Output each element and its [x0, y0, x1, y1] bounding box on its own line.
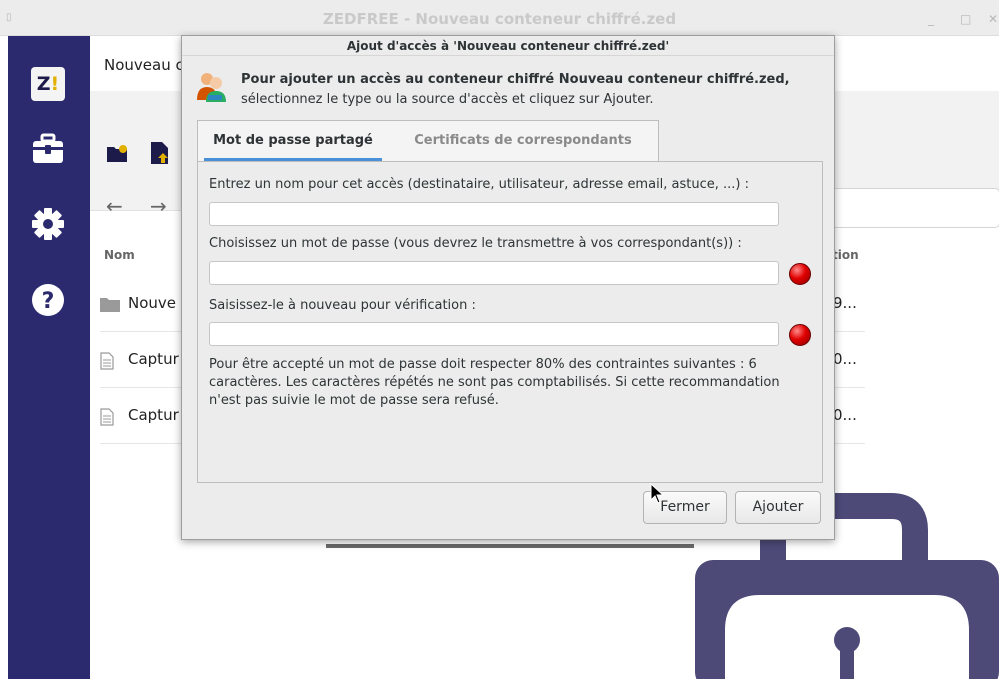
confirm-password-label: Saisissez-le à nouveau pour vérification…: [209, 298, 476, 313]
forward-button[interactable]: →: [150, 194, 167, 218]
access-name-label: Entrez un nom pour cet accès (destinatai…: [209, 177, 750, 192]
close-window-button[interactable]: ✕: [988, 12, 998, 26]
file-date: 9...: [833, 294, 857, 312]
file-date: 0...: [833, 406, 857, 424]
folder-icon: [100, 298, 120, 312]
maximize-button[interactable]: □: [960, 12, 971, 26]
password-label: Choisissez un mot de passe (vous devrez …: [209, 236, 742, 251]
path-field[interactable]: [830, 188, 999, 228]
confirm-password-input[interactable]: [209, 322, 779, 346]
import-file-icon[interactable]: [150, 141, 172, 164]
users-icon: [197, 73, 226, 102]
window-titlebar: ▯ ZEDFREE - Nouveau conteneur chiffré.ze…: [0, 0, 999, 36]
file-name: Nouve: [128, 294, 177, 312]
dialog-instruction-title: Pour ajouter un accès au conteneur chiff…: [241, 72, 790, 87]
sidebar: Z! ?: [8, 36, 90, 679]
password-policy-note: Pour être accepté un mot de passe doit r…: [209, 357, 780, 408]
minimize-button[interactable]: _: [928, 12, 934, 26]
tab-certificates[interactable]: Certificats de correspondants: [388, 121, 658, 161]
password-input[interactable]: [209, 261, 779, 285]
logo-bang: !: [50, 73, 60, 95]
svg-text:?: ?: [42, 289, 55, 314]
shared-password-panel: Entrez un nom pour cet accès (destinatai…: [197, 161, 823, 483]
status-bar: [326, 544, 694, 548]
file-name: Captur: [128, 350, 179, 368]
access-name-input[interactable]: [209, 202, 779, 226]
tab-shared-password[interactable]: Mot de passe partagé: [198, 121, 388, 161]
column-header-modification[interactable]: tion: [832, 248, 859, 262]
file-icon: [100, 408, 114, 426]
gear-icon[interactable]: [28, 204, 68, 244]
briefcase-icon[interactable]: [28, 129, 68, 169]
help-icon[interactable]: ?: [28, 280, 68, 320]
window-title: ZEDFREE - Nouveau conteneur chiffré.zed: [322, 10, 677, 28]
dialog-title: Ajout d'accès à 'Nouveau conteneur chiff…: [182, 36, 834, 56]
add-button[interactable]: Ajouter: [735, 491, 821, 524]
container-title: Nouveau c: [104, 56, 184, 74]
logo-letter: Z: [36, 73, 51, 95]
dialog-instruction-text: sélectionnez le type ou la source d'accè…: [241, 92, 654, 107]
confirm-status-icon: [789, 324, 811, 346]
column-header-name[interactable]: Nom: [104, 248, 135, 262]
file-date: 0...: [833, 350, 857, 368]
add-access-dialog: Ajout d'accès à 'Nouveau conteneur chiff…: [181, 35, 835, 540]
logo-icon[interactable]: Z!: [28, 64, 68, 104]
file-icon: [100, 352, 114, 370]
file-name: Captur: [128, 406, 179, 424]
new-folder-icon[interactable]: [106, 143, 128, 165]
access-type-tabs: Mot de passe partagé Certificats de corr…: [197, 120, 659, 161]
mouse-cursor-icon: [650, 483, 664, 504]
back-button[interactable]: ←: [106, 194, 123, 218]
password-status-icon: [789, 263, 811, 285]
